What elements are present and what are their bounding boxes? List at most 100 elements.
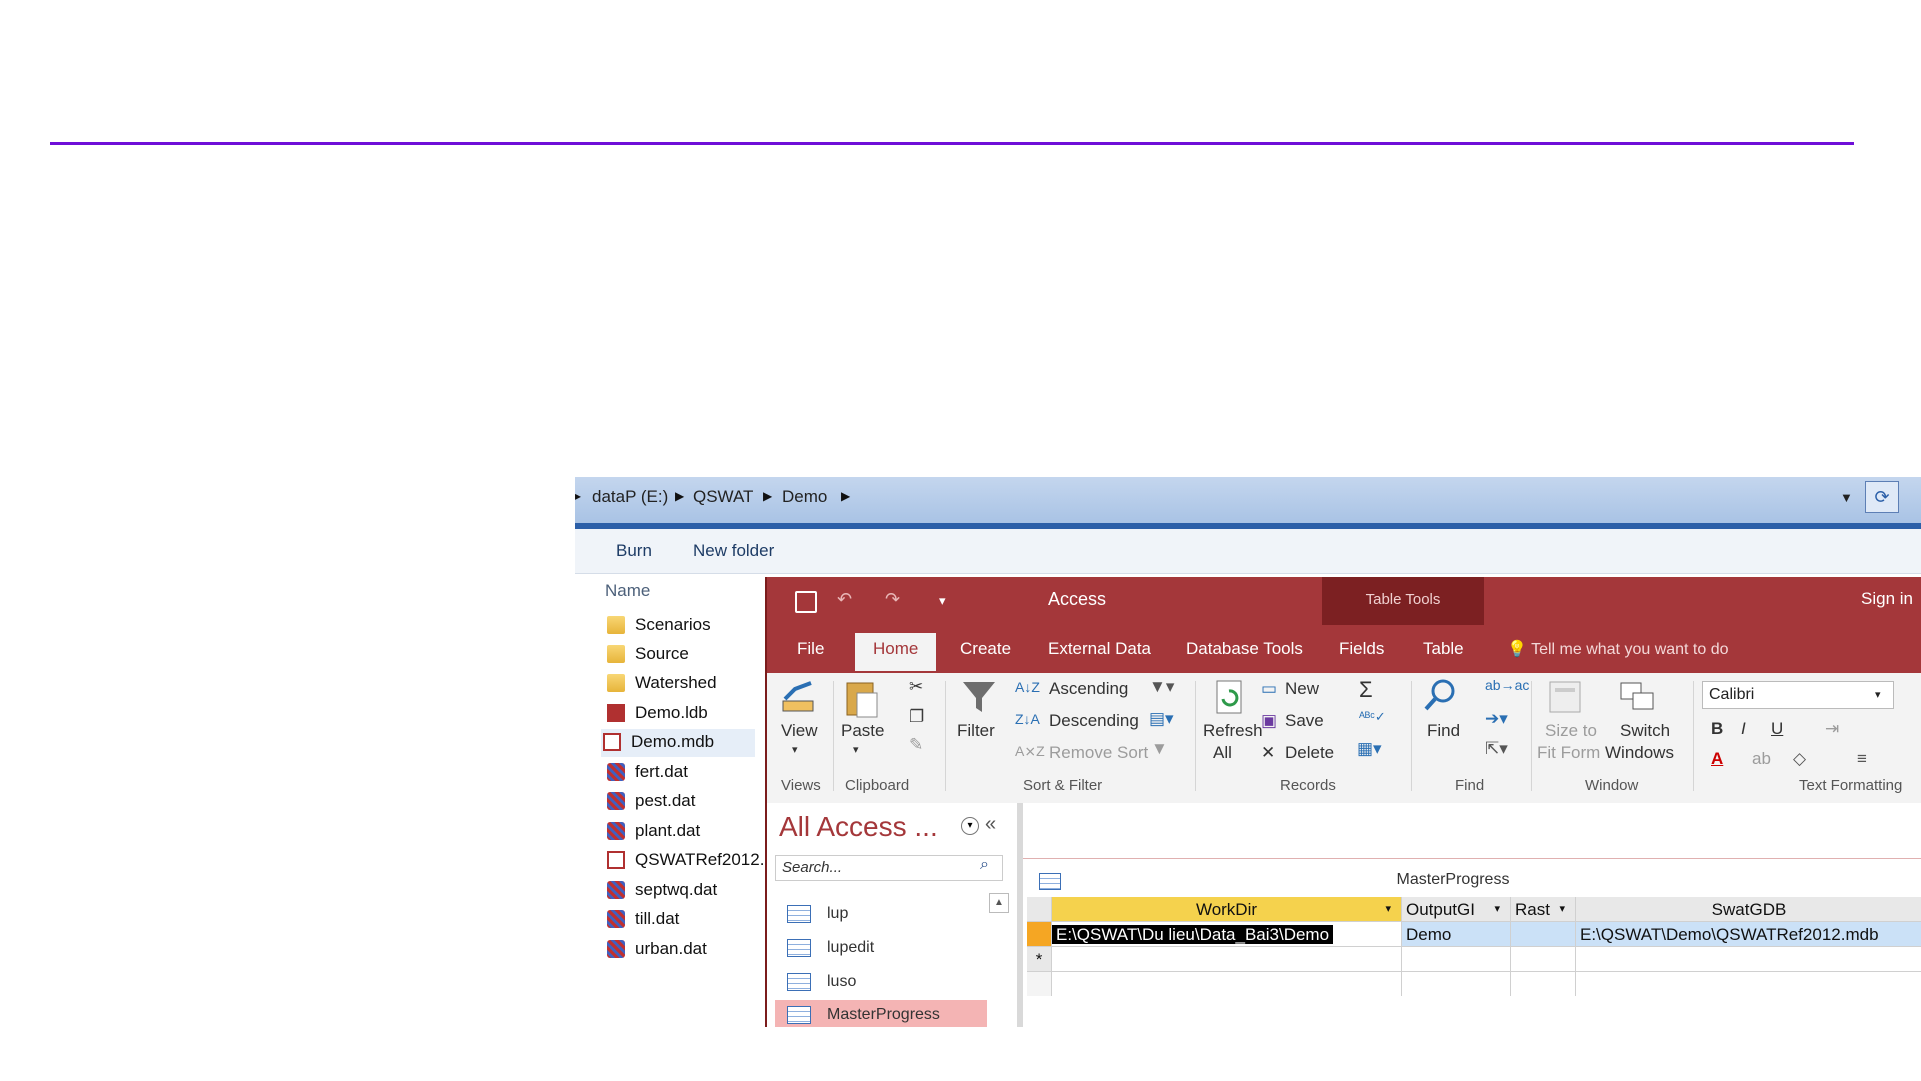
refresh-button[interactable]: Refresh: [1203, 721, 1263, 741]
breadcrumb-qswat[interactable]: QSWAT: [693, 487, 753, 507]
column-dropdown-icon[interactable]: ▾: [1381, 902, 1395, 915]
file-item-selected[interactable]: Demo.mdb: [601, 729, 755, 757]
bold-icon[interactable]: B: [1711, 719, 1723, 739]
file-item[interactable]: pest.dat: [605, 788, 775, 816]
selection-filter-icon[interactable]: ▼▾: [1149, 677, 1174, 697]
file-item[interactable]: Watershed: [605, 670, 775, 698]
column-header-workdir[interactable]: WorkDir ▾: [1052, 897, 1402, 922]
tab-home[interactable]: Home: [855, 633, 937, 671]
font-color-icon[interactable]: A: [1711, 749, 1723, 769]
paste-button[interactable]: Paste: [841, 721, 884, 741]
replace-icon[interactable]: ab→ac: [1485, 677, 1529, 693]
file-item[interactable]: plant.dat: [605, 818, 775, 846]
filter-icon[interactable]: [961, 679, 997, 715]
breadcrumb-demo[interactable]: Demo: [782, 487, 827, 507]
column-header-outputgi[interactable]: OutputGI ▾: [1402, 897, 1511, 922]
refresh-icon[interactable]: ⟳: [1865, 481, 1899, 513]
select-icon[interactable]: ⇱▾: [1485, 739, 1508, 759]
find-icon[interactable]: [1423, 677, 1459, 713]
cell-rast[interactable]: [1511, 922, 1576, 947]
name-column-header[interactable]: Name: [575, 573, 775, 609]
nav-item-luso[interactable]: luso: [775, 967, 987, 997]
file-item[interactable]: QSWATRef2012.m: [605, 847, 779, 875]
filter-button[interactable]: Filter: [957, 721, 995, 741]
file-item[interactable]: Source: [605, 641, 775, 669]
totals-icon[interactable]: Σ: [1359, 677, 1373, 703]
fill-color-icon[interactable]: ◇: [1793, 749, 1806, 769]
view-icon[interactable]: [781, 679, 817, 715]
copy-icon[interactable]: ❐: [909, 707, 924, 727]
new-cell-swatgdb[interactable]: [1576, 947, 1921, 972]
refresh-all-label[interactable]: All: [1213, 743, 1232, 763]
select-all-corner[interactable]: [1027, 897, 1052, 922]
tab-fields[interactable]: Fields: [1339, 639, 1384, 659]
new-cell-workdir[interactable]: [1052, 947, 1402, 972]
new-cell-outputgi[interactable]: [1402, 947, 1511, 972]
more-records-icon[interactable]: ▦▾: [1357, 739, 1382, 759]
view-button[interactable]: View: [781, 721, 818, 741]
windows-label[interactable]: Windows: [1605, 743, 1674, 763]
paste-dropdown-icon[interactable]: ▾: [853, 743, 859, 756]
cell-outputgi[interactable]: Demo: [1402, 922, 1511, 947]
nav-item-lup[interactable]: lup: [775, 899, 987, 929]
refresh-all-icon[interactable]: [1211, 679, 1247, 715]
cell-swatgdb[interactable]: E:\QSWAT\Demo\QSWATRef2012.mdb: [1576, 922, 1921, 947]
address-dropdown-icon[interactable]: ▼: [1840, 490, 1853, 505]
go-to-icon[interactable]: ➔▾: [1485, 709, 1508, 729]
tab-file[interactable]: File: [797, 639, 824, 659]
row-selector[interactable]: [1027, 922, 1052, 947]
tell-me-search[interactable]: 💡 Tell me what you want to do: [1507, 639, 1729, 659]
explorer-address-bar[interactable]: ▸ dataP (E:) ▶ QSWAT ▶ Demo ▶ ▼ ⟳: [575, 477, 1921, 529]
advanced-filter-icon[interactable]: ▤▾: [1149, 709, 1174, 729]
save-record-button[interactable]: Save: [1285, 711, 1324, 731]
switch-button[interactable]: Switch: [1620, 721, 1670, 741]
column-dropdown-icon[interactable]: ▾: [1490, 902, 1504, 915]
toggle-filter-icon[interactable]: ▼: [1151, 739, 1168, 759]
size-to-button[interactable]: Size to: [1545, 721, 1597, 741]
indent-icon[interactable]: ⇥: [1825, 719, 1839, 739]
fit-form-label[interactable]: Fit Form: [1537, 743, 1600, 763]
datasheet-tab-title[interactable]: MasterProgress: [1023, 871, 1883, 889]
column-dropdown-icon[interactable]: ▾: [1555, 902, 1569, 915]
nav-search-input[interactable]: Search... ⌕: [775, 855, 1003, 881]
new-folder-button[interactable]: New folder: [693, 541, 774, 561]
size-to-fit-icon[interactable]: [1547, 679, 1583, 715]
search-icon[interactable]: ⌕: [980, 856, 989, 874]
tab-table[interactable]: Table: [1423, 639, 1464, 659]
file-item[interactable]: till.dat: [605, 906, 775, 934]
sign-in-link[interactable]: Sign in: [1861, 589, 1913, 609]
remove-sort-button[interactable]: Remove Sort: [1049, 743, 1148, 763]
file-item[interactable]: urban.dat: [605, 936, 775, 964]
font-dropdown-icon[interactable]: ▾: [1875, 688, 1881, 701]
file-item[interactable]: fert.dat: [605, 759, 775, 787]
breadcrumb-arrow-icon[interactable]: ▶: [675, 489, 684, 503]
breadcrumb-arrow-icon[interactable]: ▶: [763, 489, 772, 503]
new-record-button[interactable]: New: [1285, 679, 1319, 699]
nav-pane-header[interactable]: All Access ...: [779, 811, 938, 843]
spelling-icon[interactable]: ᴬᴮᶜ✓: [1359, 709, 1386, 725]
breadcrumb-arrow-icon[interactable]: ▶: [841, 489, 850, 503]
format-painter-icon[interactable]: ✎: [909, 735, 923, 755]
find-button[interactable]: Find: [1427, 721, 1460, 741]
burn-button[interactable]: Burn: [616, 541, 652, 561]
align-left-icon[interactable]: ≡: [1857, 749, 1867, 769]
new-row-selector[interactable]: *: [1027, 947, 1052, 972]
tab-external-data[interactable]: External Data: [1048, 639, 1151, 659]
paste-icon[interactable]: [845, 677, 879, 719]
highlight-icon[interactable]: ab: [1752, 749, 1771, 769]
nav-options-icon[interactable]: ▾: [961, 817, 979, 835]
switch-windows-icon[interactable]: [1619, 679, 1655, 715]
cell-workdir[interactable]: E:\QSWAT\Du lieu\Data_Bai3\Demo: [1052, 922, 1402, 947]
nav-item-lupedit[interactable]: lupedit: [775, 933, 987, 963]
new-cell-rast[interactable]: [1511, 947, 1576, 972]
font-name-select[interactable]: Calibri ▾: [1702, 681, 1894, 709]
collapse-pane-icon[interactable]: «: [985, 813, 996, 836]
italic-icon[interactable]: I: [1741, 719, 1746, 739]
file-item[interactable]: septwq.dat: [605, 877, 775, 905]
column-header-swatgdb[interactable]: SwatGDB: [1576, 897, 1921, 922]
ascending-button[interactable]: Ascending: [1049, 679, 1128, 699]
file-item[interactable]: Scenarios: [605, 612, 775, 640]
underline-icon[interactable]: U: [1771, 719, 1783, 739]
descending-button[interactable]: Descending: [1049, 711, 1139, 731]
scroll-up-icon[interactable]: ▲: [989, 893, 1009, 913]
